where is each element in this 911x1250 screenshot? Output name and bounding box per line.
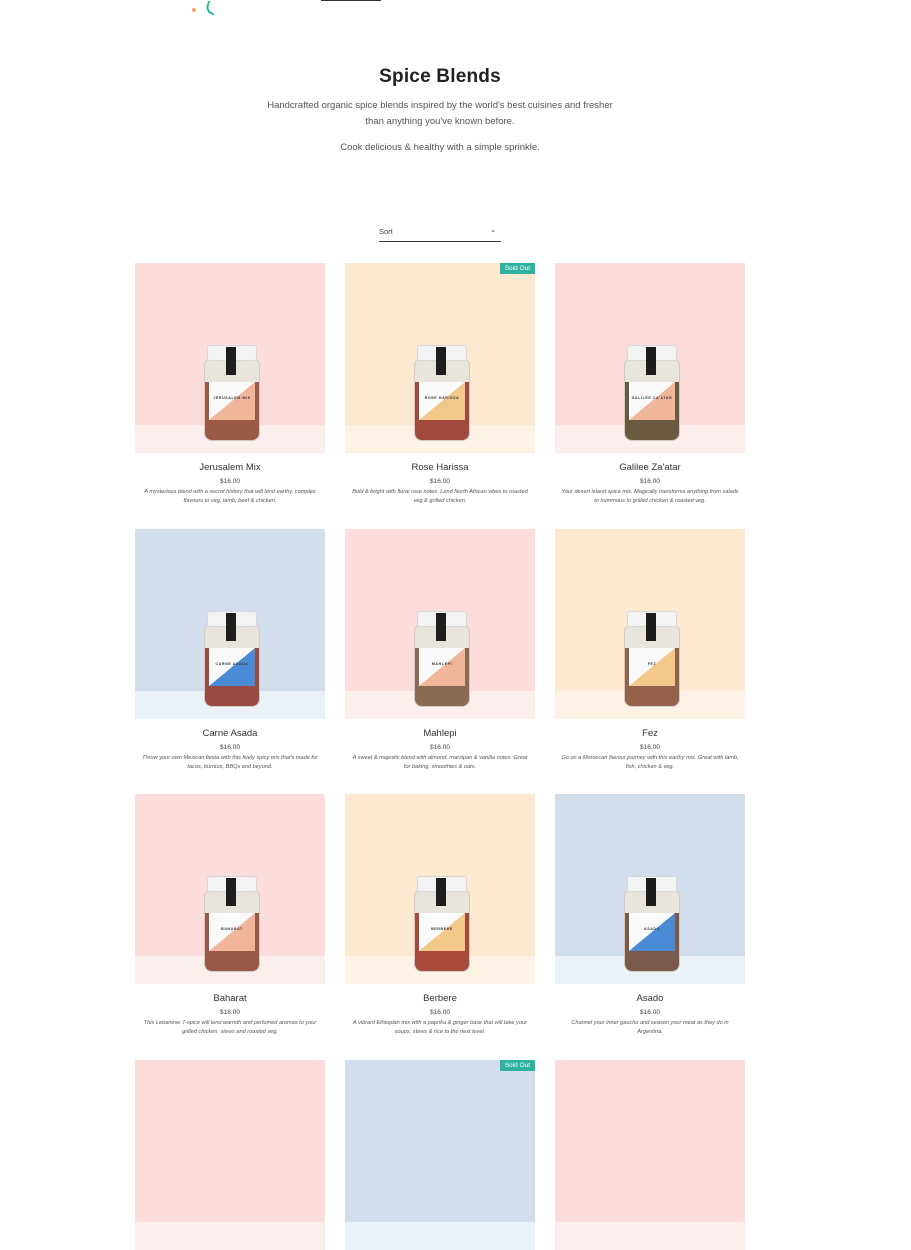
product-title[interactable]: Jerusalem Mix bbox=[135, 462, 325, 473]
product-title[interactable]: Asado bbox=[555, 993, 745, 1004]
product-image[interactable]: BERBERE bbox=[345, 794, 535, 984]
product-description: Throw your own Mexican fiesta with this … bbox=[142, 755, 318, 770]
nav-active-underline bbox=[321, 0, 381, 1]
product-card[interactable]: Sold Out bbox=[345, 1060, 535, 1250]
jar-label-text: BERBERE bbox=[431, 927, 453, 931]
jar-label-text: FEZ bbox=[647, 662, 657, 666]
product-image[interactable]: CARNE ASADA bbox=[135, 529, 325, 719]
product-image[interactable]: JERUSALEM MIX bbox=[135, 263, 325, 453]
product-image[interactable]: Sold Out bbox=[345, 1060, 535, 1250]
site-header bbox=[0, 0, 911, 16]
jar-label-text: ASADO bbox=[644, 927, 660, 931]
product-price: $16.00 bbox=[220, 478, 240, 485]
product-description: A sweet & majestic blend with almond, ma… bbox=[352, 755, 528, 770]
product-card[interactable]: MAHLEPI Mahlepi $16.00 A sweet & majestic b… bbox=[345, 529, 535, 771]
collection-description: Handcrafted organic spice blends inspire… bbox=[267, 100, 613, 127]
image-floor bbox=[135, 1222, 325, 1250]
product-description: A vibrant Ethiopian mix with a paprika &… bbox=[353, 1020, 527, 1035]
product-description: Bold & bright with floral rose notes. Le… bbox=[352, 489, 528, 504]
jar-label-text: GALILEE ZA'ATAR bbox=[631, 396, 673, 400]
product-image[interactable] bbox=[135, 1060, 325, 1250]
product-image[interactable]: ASADO bbox=[555, 794, 745, 984]
product-image[interactable] bbox=[555, 1060, 745, 1250]
sold-out-badge: Sold Out bbox=[499, 263, 535, 274]
sold-out-badge: Sold Out bbox=[499, 1060, 535, 1071]
product-card[interactable]: JERUSALEM MIX Jerusalem Mix $16.00 A myster… bbox=[135, 263, 325, 505]
product-price: $16.00 bbox=[640, 478, 660, 485]
product-image[interactable]: ROSE HARISSA Sold Out bbox=[345, 263, 535, 453]
product-card[interactable]: GALILEE ZA'ATAR Galilee Za'atar $16.00 Your… bbox=[555, 263, 745, 505]
product-image[interactable]: MAHLEPI bbox=[345, 529, 535, 719]
product-image[interactable]: GALILEE ZA'ATAR bbox=[555, 263, 745, 453]
product-price: $16.00 bbox=[430, 478, 450, 485]
product-price: $16.00 bbox=[430, 1009, 450, 1016]
spice-jar-icon: MAHLEPI bbox=[411, 611, 471, 707]
collection-tagline: Cook delicious & healthy with a simple s… bbox=[340, 142, 540, 153]
sort-label: Sort bbox=[379, 227, 393, 236]
product-description: Channel your inner gaucho and season you… bbox=[571, 1020, 729, 1035]
collection-header: Spice Blends Handcrafted organic spice b… bbox=[0, 66, 880, 153]
product-title[interactable]: Rose Harissa bbox=[345, 462, 535, 473]
product-title[interactable]: Carne Asada bbox=[135, 728, 325, 739]
product-image[interactable]: BAHARAT bbox=[135, 794, 325, 984]
spice-jar-icon: JERUSALEM MIX bbox=[201, 345, 261, 441]
spice-jar-icon: GALILEE ZA'ATAR bbox=[621, 345, 681, 441]
product-title[interactable]: Fez bbox=[555, 728, 745, 739]
product-card[interactable]: CARNE ASADA Carne Asada $16.00 Throw your o… bbox=[135, 529, 325, 771]
product-description: Your desert island spice mix. Magically … bbox=[561, 489, 739, 504]
product-image[interactable]: FEZ bbox=[555, 529, 745, 719]
product-price: $16.00 bbox=[220, 1009, 240, 1016]
product-card[interactable]: ASADO Asado $16.00 Channel your inner gauch… bbox=[555, 794, 745, 1036]
product-title[interactable]: Baharat bbox=[135, 993, 325, 1004]
product-description: This Lebanese 7-spice will lend warmth a… bbox=[143, 1020, 317, 1035]
chevron-down-icon: ⌄ bbox=[490, 227, 496, 234]
jar-label-text: CARNE ASADA bbox=[215, 662, 249, 666]
spice-jar-icon: ROSE HARISSA bbox=[411, 345, 471, 441]
spice-jar-icon: BAHARAT bbox=[201, 876, 261, 972]
jar-label-text: ROSE HARISSA bbox=[424, 396, 460, 400]
jar-label-text: MAHLEPI bbox=[431, 662, 453, 666]
product-price: $16.00 bbox=[640, 1009, 660, 1016]
product-price: $16.00 bbox=[220, 744, 240, 751]
product-price: $16.00 bbox=[430, 744, 450, 751]
spice-jar-icon: FEZ bbox=[621, 611, 681, 707]
spice-jar-icon: CARNE ASADA bbox=[201, 611, 261, 707]
sort-dropdown[interactable]: Sort ⌄ bbox=[379, 224, 501, 242]
logo-mark-icon[interactable] bbox=[204, 0, 218, 16]
product-card[interactable]: FEZ Fez $16.00 Go on a Moroccan flavour jou… bbox=[555, 529, 745, 771]
product-description: Go on a Moroccan flavour journey with th… bbox=[561, 755, 739, 770]
product-title[interactable]: Mahlepi bbox=[345, 728, 535, 739]
page-title: Spice Blends bbox=[379, 66, 501, 87]
product-card[interactable]: BERBERE Berbere $16.00 A vibrant Ethiopian … bbox=[345, 794, 535, 1036]
jar-label-text: BAHARAT bbox=[221, 927, 243, 931]
logo-dot-icon bbox=[192, 8, 196, 12]
spice-jar-icon: ASADO bbox=[621, 876, 681, 972]
spice-jar-icon: BERBERE bbox=[411, 876, 471, 972]
product-price: $16.00 bbox=[640, 744, 660, 751]
product-card[interactable]: BAHARAT Baharat $16.00 This Lebanese 7-spic… bbox=[135, 794, 325, 1036]
jar-label-text: JERUSALEM MIX bbox=[213, 396, 251, 400]
product-card[interactable] bbox=[555, 1060, 745, 1250]
product-title[interactable]: Berbere bbox=[345, 993, 535, 1004]
image-floor bbox=[345, 1222, 535, 1250]
product-card[interactable] bbox=[135, 1060, 325, 1250]
product-description: A mysterious blend with a secret history… bbox=[144, 489, 316, 504]
image-floor bbox=[555, 1222, 745, 1250]
product-title[interactable]: Galilee Za'atar bbox=[555, 462, 745, 473]
product-card[interactable]: ROSE HARISSA Sold Out Rose Harissa $16.00 Bo… bbox=[345, 263, 535, 505]
